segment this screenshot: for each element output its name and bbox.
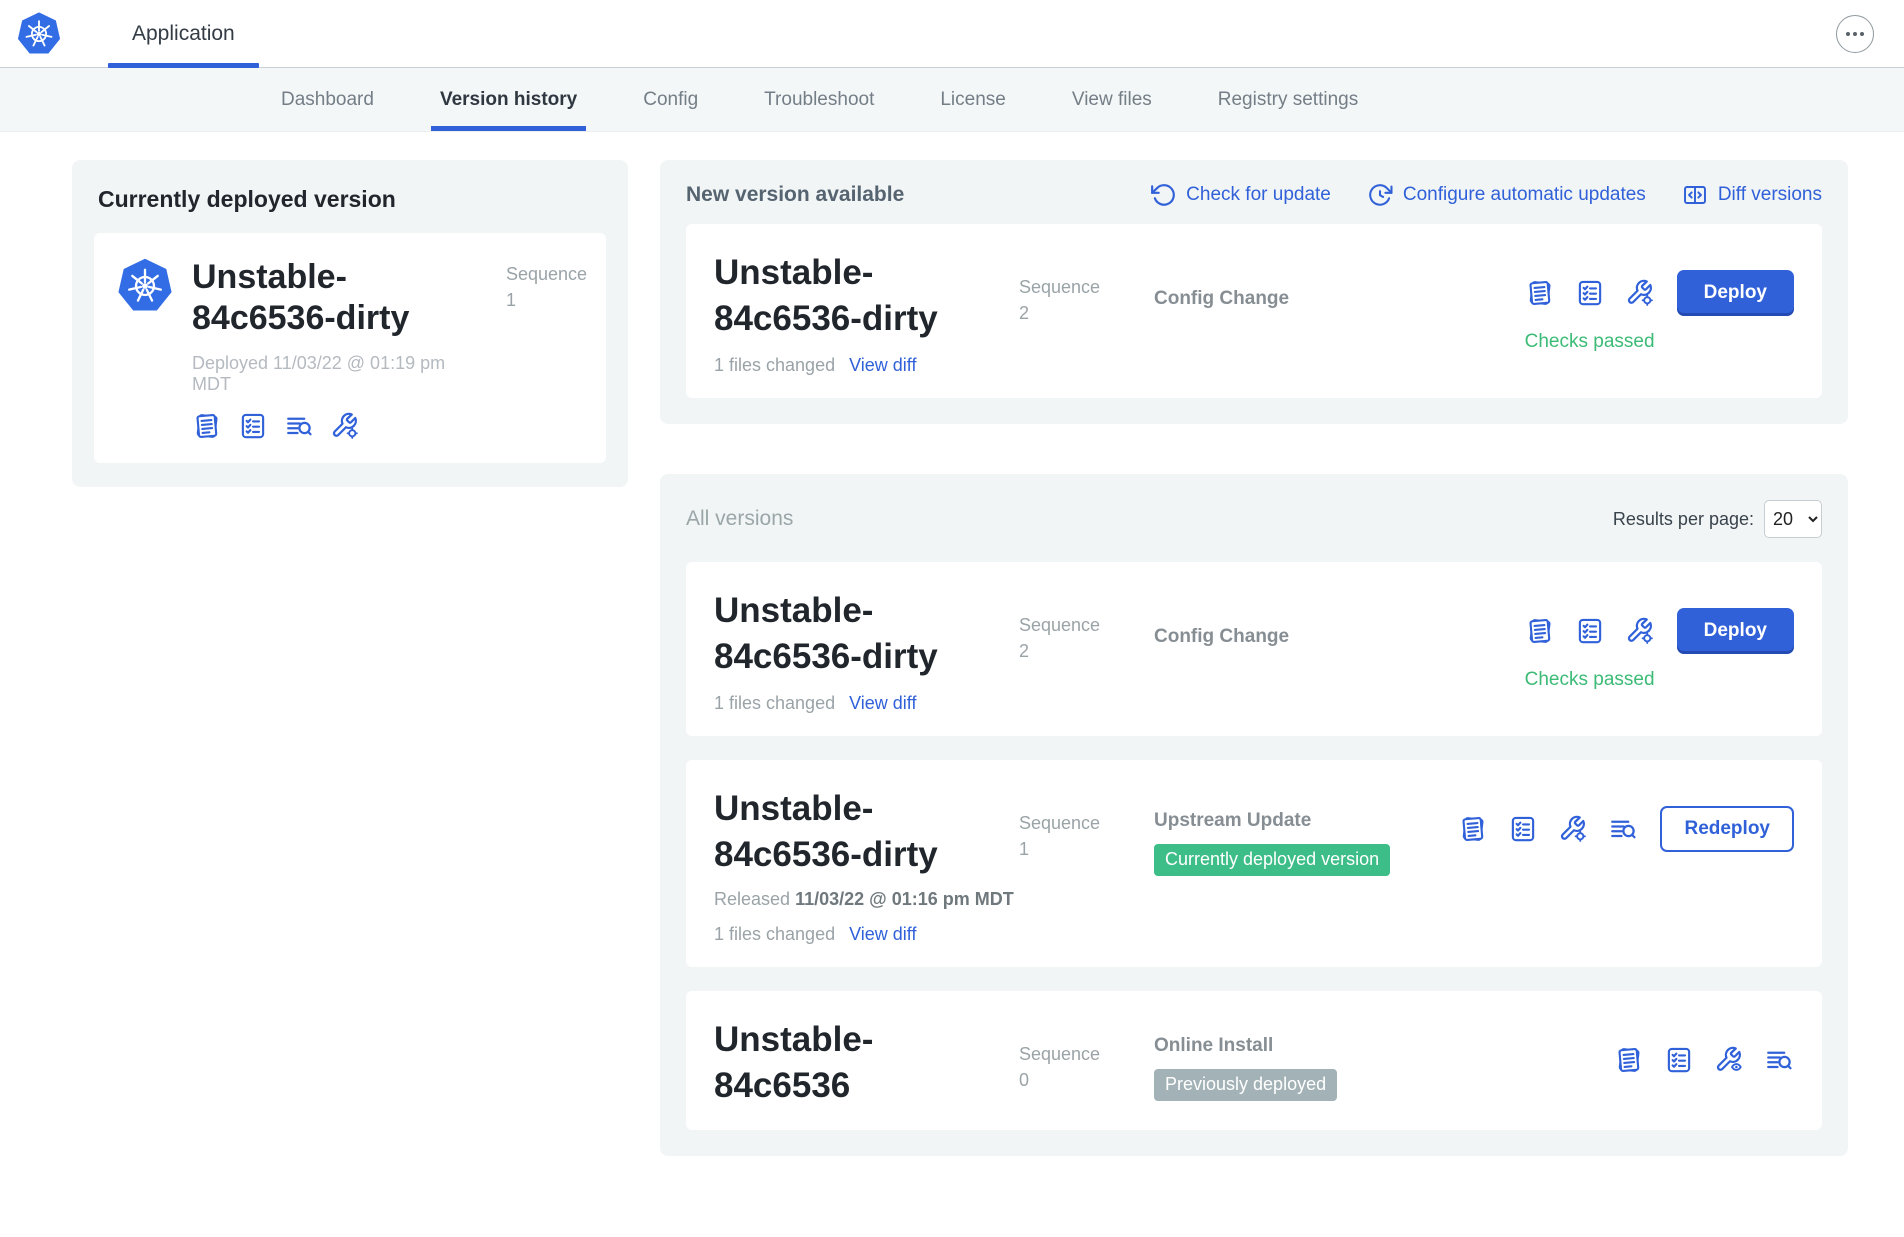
view-diff-link[interactable]: View diff <box>849 693 916 713</box>
release-notes-icon[interactable] <box>192 411 222 441</box>
preflight-checks-icon[interactable] <box>1575 278 1605 308</box>
edit-config-icon[interactable] <box>1625 278 1655 308</box>
redeploy-button[interactable]: Redeploy <box>1660 806 1794 852</box>
app-navbar: Dashboard Version history Config Trouble… <box>0 68 1904 132</box>
check-for-update-link[interactable]: Check for update <box>1150 182 1331 208</box>
release-notes-icon[interactable] <box>1525 616 1555 646</box>
diff-versions-link[interactable]: Diff versions <box>1682 182 1822 208</box>
version-source: Config Change <box>1154 626 1525 648</box>
preflight-checks-icon[interactable] <box>1664 1045 1694 1075</box>
sequence-indicator: Sequence 0 <box>1019 1017 1154 1108</box>
edit-config-icon[interactable] <box>330 411 360 441</box>
tab-license[interactable]: License <box>907 68 1039 131</box>
preflight-checks-icon[interactable] <box>1575 616 1605 646</box>
tab-dashboard[interactable]: Dashboard <box>248 68 407 131</box>
new-version-heading: New version available <box>686 183 904 207</box>
preflight-checks-icon[interactable] <box>238 411 268 441</box>
files-changed-label: 1 files changed <box>714 924 835 944</box>
version-title: Unstable-84c6536-dirty <box>714 786 979 877</box>
results-per-page-label: Results per page: <box>1613 509 1754 530</box>
edit-config-icon[interactable] <box>1558 814 1588 844</box>
view-diff-link[interactable]: View diff <box>849 924 916 944</box>
results-per-page-select[interactable]: 20 <box>1764 500 1822 538</box>
tab-registry-settings[interactable]: Registry settings <box>1185 68 1391 131</box>
kubernetes-app-icon <box>116 257 174 315</box>
active-tab-underline <box>108 63 259 68</box>
version-source: Upstream Update <box>1154 810 1458 832</box>
release-notes-icon[interactable] <box>1614 1045 1644 1075</box>
view-diff-link[interactable]: View diff <box>849 355 916 375</box>
view-logs-icon[interactable] <box>1608 814 1638 844</box>
app-tab-application[interactable]: Application <box>108 0 259 67</box>
deploy-button[interactable]: Deploy <box>1677 270 1794 316</box>
version-title: Unstable-84c6536-dirty <box>714 250 979 341</box>
tab-troubleshoot[interactable]: Troubleshoot <box>731 68 907 131</box>
previously-deployed-badge: Previously deployed <box>1154 1069 1337 1101</box>
sequence-indicator: Sequence 2 <box>1019 250 1154 376</box>
tab-view-files[interactable]: View files <box>1039 68 1185 131</box>
all-versions-heading: All versions <box>686 507 793 531</box>
tab-version-history[interactable]: Version history <box>407 68 610 131</box>
edit-config-icon[interactable] <box>1625 616 1655 646</box>
files-changed-label: 1 files changed <box>714 693 835 713</box>
main-content: Currently deployed version Unstable-84c6… <box>0 132 1904 1156</box>
configure-automatic-updates-link[interactable]: Configure automatic updates <box>1367 182 1646 208</box>
sequence-indicator: Sequence 1 <box>1019 786 1154 945</box>
currently-deployed-badge: Currently deployed version <box>1154 844 1390 876</box>
checks-passed-status: Checks passed <box>1525 669 1655 691</box>
ellipsis-icon <box>1846 32 1850 36</box>
version-row: Unstable-84c6536-dirty 1 files changed Vi… <box>686 562 1822 736</box>
currently-deployed-panel: Currently deployed version Unstable-84c6… <box>72 160 628 487</box>
version-row: Unstable-84c6536 Sequence 0 Online Insta… <box>686 991 1822 1130</box>
files-changed-label: 1 files changed <box>714 355 835 375</box>
tab-config[interactable]: Config <box>610 68 731 131</box>
release-notes-icon[interactable] <box>1525 278 1555 308</box>
view-logs-icon[interactable] <box>284 411 314 441</box>
version-title: Unstable-84c6536-dirty <box>714 588 979 679</box>
view-logs-icon[interactable] <box>1764 1045 1794 1075</box>
top-bar: Application <box>0 0 1904 68</box>
preflight-checks-icon[interactable] <box>1508 814 1538 844</box>
all-versions-panel: All versions Results per page: 20 Unstab… <box>660 474 1848 1156</box>
current-version-card: Unstable-84c6536-dirty Deployed 11/03/22… <box>94 233 606 463</box>
overflow-menu-button[interactable] <box>1836 15 1874 53</box>
deployed-timestamp: Deployed 11/03/22 @ 01:19 pm MDT <box>192 353 488 395</box>
version-row: Unstable-84c6536-dirty Released 11/03/22… <box>686 760 1822 967</box>
version-source: Config Change <box>1154 288 1525 310</box>
version-title: Unstable-84c6536 <box>714 1017 979 1108</box>
scheduled-update-icon <box>1367 182 1393 208</box>
new-version-panel: New version available Check for update C… <box>660 160 1848 424</box>
checks-passed-status: Checks passed <box>1525 331 1655 353</box>
current-version-title: Unstable-84c6536-dirty <box>192 257 488 339</box>
deploy-button[interactable]: Deploy <box>1677 608 1794 654</box>
released-timestamp: Released 11/03/22 @ 01:16 pm MDT <box>714 889 1019 910</box>
sequence-indicator: Sequence 2 <box>1019 588 1154 714</box>
sequence-indicator: Sequence 1 <box>506 257 584 441</box>
refresh-icon <box>1150 182 1176 208</box>
diff-icon <box>1682 182 1708 208</box>
active-tab-underline <box>431 126 586 131</box>
kubernetes-logo-icon <box>16 11 62 57</box>
new-version-card: Unstable-84c6536-dirty 1 files changed Vi… <box>686 224 1822 398</box>
app-tab-label: Application <box>132 22 235 46</box>
version-source: Online Install <box>1154 1035 1614 1057</box>
view-config-icon[interactable] <box>1714 1045 1744 1075</box>
release-notes-icon[interactable] <box>1458 814 1488 844</box>
currently-deployed-heading: Currently deployed version <box>98 186 606 213</box>
